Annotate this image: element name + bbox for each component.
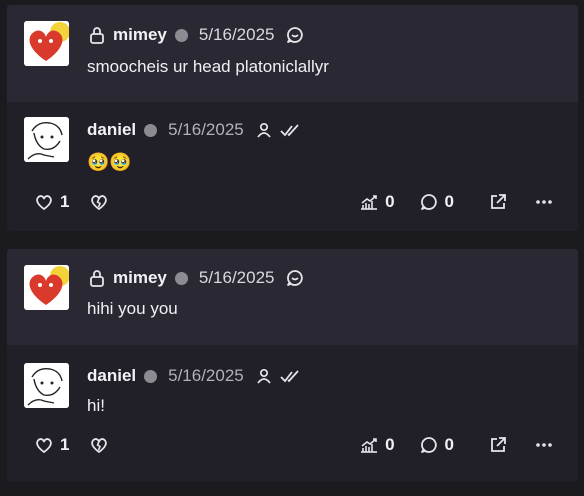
post-date[interactable]: 5/16/2025 [168, 120, 244, 140]
external-link-icon [488, 435, 508, 455]
chart-boost-icon [359, 435, 379, 455]
thread-card: mimey 5/16/2025 smoocheis ur head platon… [7, 5, 578, 231]
parent-post[interactable]: mimey 5/16/2025 smoocheis ur head platon… [7, 5, 578, 102]
post-text: hihi you you [87, 299, 178, 318]
boost-count: 0 [385, 192, 395, 211]
broken-heart-button[interactable] [89, 192, 109, 212]
like-count: 1 [60, 435, 70, 454]
avatar[interactable] [24, 265, 69, 310]
external-link-icon [488, 192, 508, 212]
reply-count: 0 [444, 435, 454, 454]
status-dot [144, 123, 158, 137]
heart-avatar-icon [24, 21, 69, 66]
reply-button[interactable]: 0 [419, 192, 454, 212]
status-dot [174, 271, 188, 285]
reaction-bar: 1 [34, 435, 109, 455]
chart-boost-icon [359, 192, 379, 212]
comment-icon [419, 192, 439, 212]
username[interactable]: daniel [87, 120, 136, 140]
parent-post[interactable]: mimey 5/16/2025 hihi you you [7, 249, 578, 345]
reply-post[interactable]: daniel 5/16/2025 hi! 1 0 0 [7, 345, 578, 482]
reply-button[interactable]: 0 [419, 435, 454, 455]
post-header: mimey 5/16/2025 [87, 23, 305, 47]
username[interactable]: daniel [87, 366, 136, 386]
heart-avatar-icon [24, 265, 69, 310]
like-button[interactable]: 1 [34, 192, 69, 212]
quote-bubble-icon[interactable] [285, 268, 305, 288]
username[interactable]: mimey [113, 25, 167, 45]
like-button[interactable]: 1 [34, 435, 69, 455]
thread-card: mimey 5/16/2025 hihi you you daniel 5/16… [7, 249, 578, 482]
heart-icon [34, 435, 54, 455]
post-date[interactable]: 5/16/2025 [199, 25, 275, 45]
boost-button[interactable]: 0 [359, 435, 395, 455]
post-text: hi! [87, 396, 105, 415]
more-dots-icon [534, 435, 554, 455]
reply-post[interactable]: daniel 5/16/2025 🥹🥹 1 0 0 [7, 102, 578, 231]
broken-heart-icon [89, 435, 109, 455]
post-date[interactable]: 5/16/2025 [199, 268, 275, 288]
double-check-icon [280, 366, 300, 386]
status-dot [144, 369, 158, 383]
avatar[interactable] [24, 363, 69, 408]
double-check-icon [280, 120, 300, 140]
broken-heart-icon [89, 192, 109, 212]
post-header: daniel 5/16/2025 [87, 118, 300, 142]
action-bar: 0 0 [359, 435, 554, 455]
like-count: 1 [60, 192, 70, 211]
post-header: mimey 5/16/2025 [87, 266, 305, 290]
sketch-avatar-icon [24, 363, 69, 408]
reaction-bar: 1 [34, 192, 109, 212]
lock-icon [87, 25, 107, 45]
quote-bubble-icon[interactable] [285, 25, 305, 45]
username[interactable]: mimey [113, 268, 167, 288]
comment-icon [419, 435, 439, 455]
broken-heart-button[interactable] [89, 435, 109, 455]
reply-count: 0 [444, 192, 454, 211]
post-date[interactable]: 5/16/2025 [168, 366, 244, 386]
post-text: smoocheis ur head platoniclallyr [87, 57, 329, 76]
boost-count: 0 [385, 435, 395, 454]
person-icon [254, 120, 274, 140]
more-options-button[interactable] [534, 435, 554, 455]
post-text: 🥹🥹 [87, 152, 132, 172]
sketch-avatar-icon [24, 117, 69, 162]
share-button[interactable] [488, 435, 508, 455]
share-button[interactable] [488, 192, 508, 212]
avatar[interactable] [24, 21, 69, 66]
action-bar: 0 0 [359, 192, 554, 212]
more-options-button[interactable] [534, 192, 554, 212]
person-icon [254, 366, 274, 386]
heart-icon [34, 192, 54, 212]
avatar[interactable] [24, 117, 69, 162]
boost-button[interactable]: 0 [359, 192, 395, 212]
post-header: daniel 5/16/2025 [87, 364, 300, 388]
more-dots-icon [534, 192, 554, 212]
lock-icon [87, 268, 107, 288]
status-dot [174, 28, 188, 42]
